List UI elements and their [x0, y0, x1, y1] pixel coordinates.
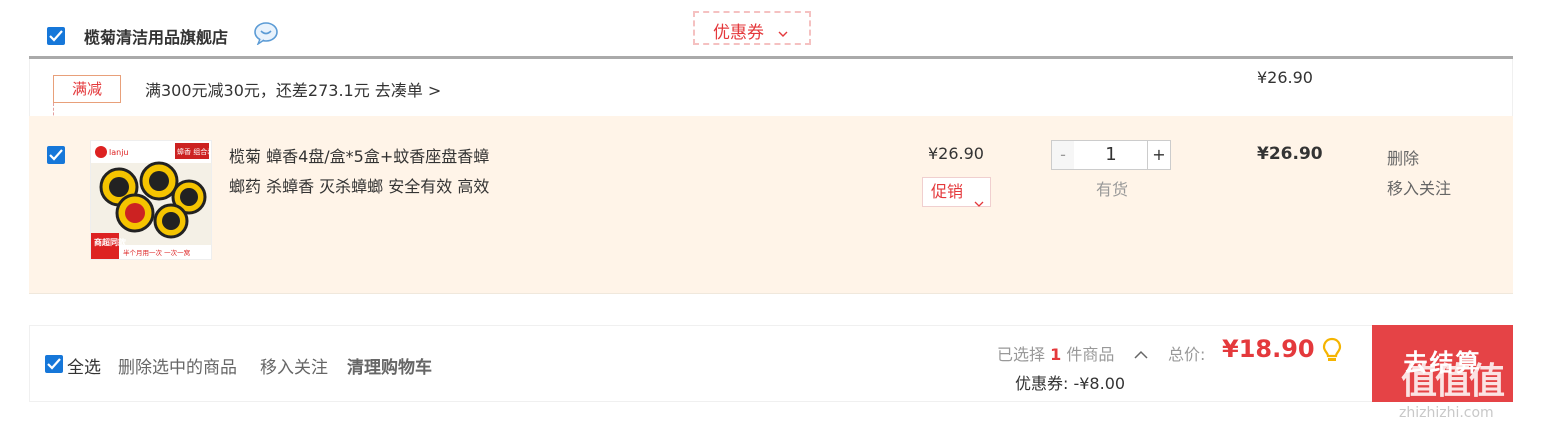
- promotion-rule: 满300元减30元，还差273.1元: [145, 81, 370, 100]
- coupon-discount: 优惠券: -¥8.00: [1015, 374, 1126, 393]
- select-all-checkbox[interactable]: [45, 355, 63, 373]
- product-title[interactable]: 榄菊 蟑香4盘/盒*5盒+蚊香座盘香蟑 螂药 杀蟑香 灭杀蟑螂 安全有效 高效: [229, 142, 549, 202]
- chat-bubble-icon[interactable]: [253, 21, 279, 46]
- clear-cart-link[interactable]: 清理购物车: [347, 353, 432, 378]
- increase-quantity-button[interactable]: +: [1147, 140, 1171, 170]
- move-to-favorites-link[interactable]: 移入关注: [1387, 175, 1451, 199]
- promotion-select-label[interactable]: 促销: [931, 182, 963, 201]
- delete-item-link[interactable]: 删除: [1387, 145, 1419, 169]
- delete-selected-link[interactable]: 删除选中的商品: [118, 353, 237, 378]
- move-selected-to-favorites-link[interactable]: 移入关注: [260, 353, 328, 378]
- product-thumbnail[interactable]: lanju 蟑香 组合装 商超同款 半个月用一次 一次一窝: [90, 140, 212, 260]
- thumb-brand: lanju: [109, 148, 129, 157]
- promotion-tag: 满减: [53, 75, 121, 103]
- total-label: 总价:: [1168, 345, 1206, 364]
- item-divider: [29, 293, 1513, 294]
- thumb-badge: 蟑香 组合装: [177, 147, 211, 156]
- watermark-url: zhizhizhi.com: [1399, 405, 1494, 421]
- chevron-down-icon[interactable]: [778, 23, 788, 42]
- coupon-label[interactable]: 优惠券: [713, 18, 764, 43]
- promotion-select[interactable]: 促销: [922, 177, 991, 207]
- quantity-stepper[interactable]: - 1 +: [1051, 140, 1171, 170]
- decrease-quantity-button[interactable]: -: [1051, 140, 1075, 170]
- stock-status: 有货: [1096, 180, 1129, 199]
- product-title-line1[interactable]: 榄菊 蟑香4盘/盒*5盒+蚊香座盘香蟑: [229, 142, 549, 172]
- add-more-link[interactable]: 去凑单 >: [375, 81, 442, 100]
- unit-price: ¥26.90: [928, 144, 984, 163]
- promotion-text: 满300元减30元，还差273.1元 去凑单 >: [145, 77, 441, 101]
- lightbulb-icon[interactable]: [1322, 337, 1342, 367]
- selected-prefix[interactable]: 已选择: [997, 345, 1045, 364]
- selected-count-summary[interactable]: 已选择 1 件商品: [997, 341, 1114, 365]
- product-title-line2[interactable]: 螂药 杀蟑香 灭杀蟑螂 安全有效 高效: [229, 172, 549, 202]
- thumb-slogan: 半个月用一次 一次一窝: [123, 248, 191, 257]
- store-name[interactable]: 榄菊清洁用品旗舰店: [84, 24, 228, 48]
- chevron-up-icon[interactable]: [1134, 345, 1148, 364]
- promotion-group-total: ¥26.90: [1257, 68, 1313, 87]
- item-checkbox[interactable]: [47, 146, 65, 164]
- watermark-logo: 值值值: [1401, 361, 1505, 402]
- chevron-down-icon[interactable]: [974, 189, 984, 217]
- selected-count[interactable]: 1: [1050, 345, 1061, 364]
- item-subtotal: ¥26.90: [1257, 144, 1323, 164]
- quantity-input[interactable]: 1: [1074, 140, 1148, 170]
- selected-suffix[interactable]: 件商品: [1066, 345, 1114, 364]
- total-price: ¥18.90: [1222, 335, 1315, 363]
- store-checkbox[interactable]: [47, 27, 65, 45]
- select-all-label[interactable]: 全选: [67, 353, 101, 378]
